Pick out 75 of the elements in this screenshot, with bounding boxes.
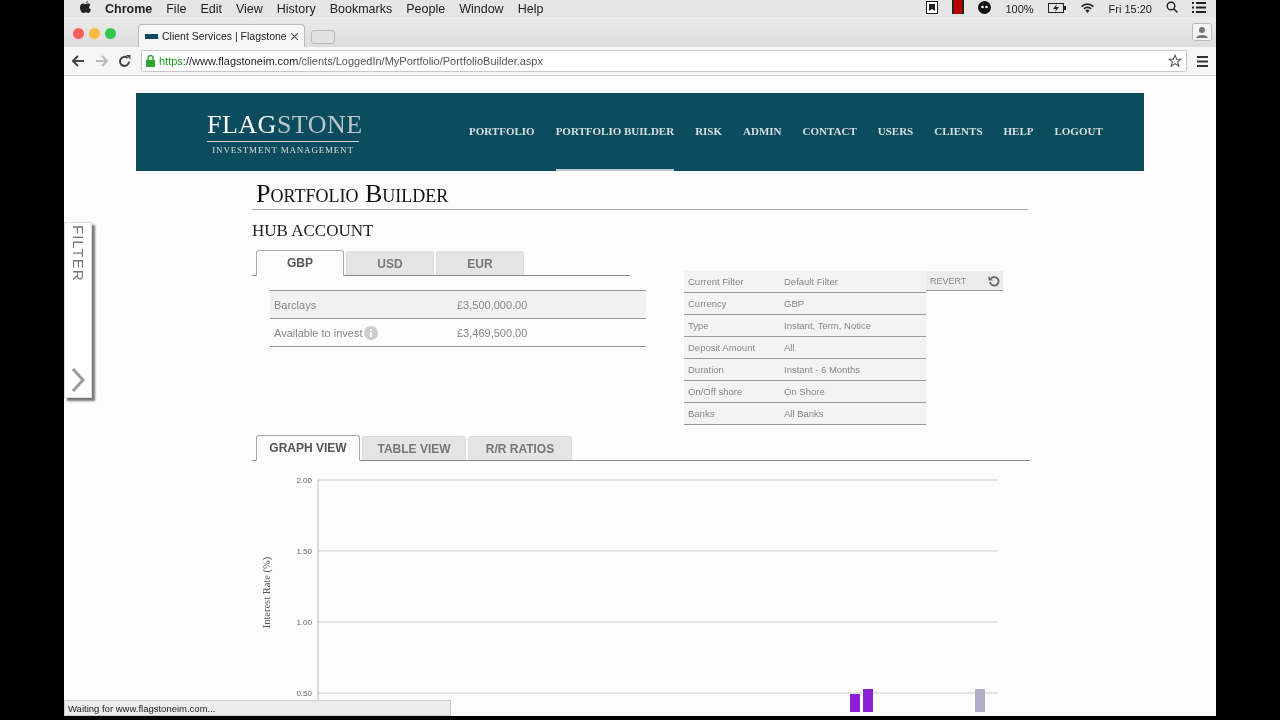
page-title: Portfolio Builder (256, 179, 450, 209)
nav-link[interactable]: RISK (695, 93, 723, 171)
view-tab[interactable]: GRAPH VIEW (256, 435, 360, 461)
filter-label: Deposit Amount (688, 342, 757, 353)
menu-item[interactable]: View (235, 1, 263, 16)
filter-value: Default Filter (784, 276, 838, 287)
filter-label: Current Filter (688, 276, 745, 287)
menu-icon[interactable] (1197, 55, 1208, 67)
tick-label: 0.50 (296, 689, 312, 698)
reload-icon[interactable] (118, 54, 131, 68)
nav-link[interactable]: PORTFOLIO BUILDER (555, 93, 675, 171)
clock: Fri 15:20 (1108, 2, 1152, 15)
battery-icon[interactable] (1047, 1, 1066, 16)
tick-label: 2.00 (296, 476, 312, 485)
axis-title: Interest Rate (%) (261, 556, 273, 628)
back-icon[interactable] (72, 55, 85, 67)
filter-value: Instant - 6 Months (784, 364, 861, 375)
nav-link[interactable]: CONTACT (802, 93, 857, 171)
filter-label: FILTER (69, 225, 87, 282)
close-icon[interactable] (290, 32, 298, 40)
status-bar: Waiting for www.flagstoneim.com... (64, 700, 451, 716)
menu-item[interactable]: History (276, 1, 316, 16)
nav-link[interactable]: LOGOUT (1054, 93, 1103, 171)
balance-label: Barclays (274, 298, 317, 311)
app-icon[interactable] (926, 0, 939, 17)
filter-value: All Banks (784, 408, 824, 419)
section-title: HUB ACCOUNT (252, 221, 375, 241)
chevron-icon (71, 367, 85, 393)
balance-label: Available to invest (274, 326, 363, 339)
favicon-icon (145, 33, 158, 39)
currency-tab[interactable]: EUR (436, 251, 524, 275)
wifi-icon[interactable] (1079, 1, 1095, 16)
list-icon[interactable] (1192, 1, 1206, 16)
face-icon[interactable] (978, 0, 992, 17)
nav-link[interactable]: PORTFOLIO (469, 93, 535, 171)
filter-tab[interactable]: FILTER (64, 222, 92, 398)
nav-link[interactable]: USERS (877, 93, 914, 171)
balance-amount: £3,500,000.00 (457, 298, 528, 311)
menu-item[interactable]: Bookmarks (329, 1, 393, 16)
nav-link[interactable]: CLIENTS (934, 93, 983, 171)
film-icon[interactable] (952, 0, 965, 17)
profile-icon[interactable] (1192, 23, 1212, 41)
tick-label: 1.50 (296, 547, 312, 556)
filter-value: Instant, Term, Notice (784, 320, 871, 331)
menu-item[interactable]: People (406, 1, 446, 16)
address-bar[interactable]: https://www.flagstoneim.com/clients/LoggedIn/MyPortfolio/PortfolioBuilder.aspx (141, 50, 1187, 72)
browser-tab[interactable]: Client Services | Flagstone (138, 24, 305, 47)
menu-item[interactable]: Window (459, 1, 504, 16)
tick-label: 1.00 (296, 618, 312, 627)
filter-label: On/Off shore (688, 386, 744, 397)
star-icon[interactable] (1168, 54, 1182, 68)
menu-item[interactable]: File (166, 1, 187, 16)
logo-name: FLAGSTONE (207, 109, 359, 142)
search-icon[interactable] (1166, 1, 1178, 16)
filter-value: On Shore (784, 386, 825, 397)
filter-label: Type (688, 320, 710, 331)
balance-amount: £3,469,500.00 (457, 326, 528, 339)
menu-item[interactable]: Chrome (105, 1, 153, 16)
menu-item[interactable]: Help (517, 1, 544, 16)
filter-label: Banks (688, 408, 716, 419)
undo-icon (988, 274, 1000, 287)
currency-tab[interactable]: GBP (256, 250, 344, 276)
filter-value: GBP (784, 298, 805, 309)
logo-tagline: INVESTMENT MANAGEMENT (212, 145, 354, 155)
filter-label: Duration (688, 364, 725, 375)
lock-icon (146, 55, 155, 67)
view-tab[interactable]: TABLE VIEW (362, 436, 466, 460)
filter-value: All (784, 342, 795, 353)
battery-percent: 100% (1005, 2, 1034, 15)
currency-tab[interactable]: USD (346, 251, 434, 275)
filter-label: Currency (688, 298, 728, 309)
view-tab[interactable]: R/R RATIOS (468, 436, 572, 460)
menu-item[interactable]: Edit (200, 1, 222, 16)
nav-link[interactable]: ADMIN (743, 93, 782, 171)
nav-link[interactable]: HELP (1003, 93, 1034, 171)
